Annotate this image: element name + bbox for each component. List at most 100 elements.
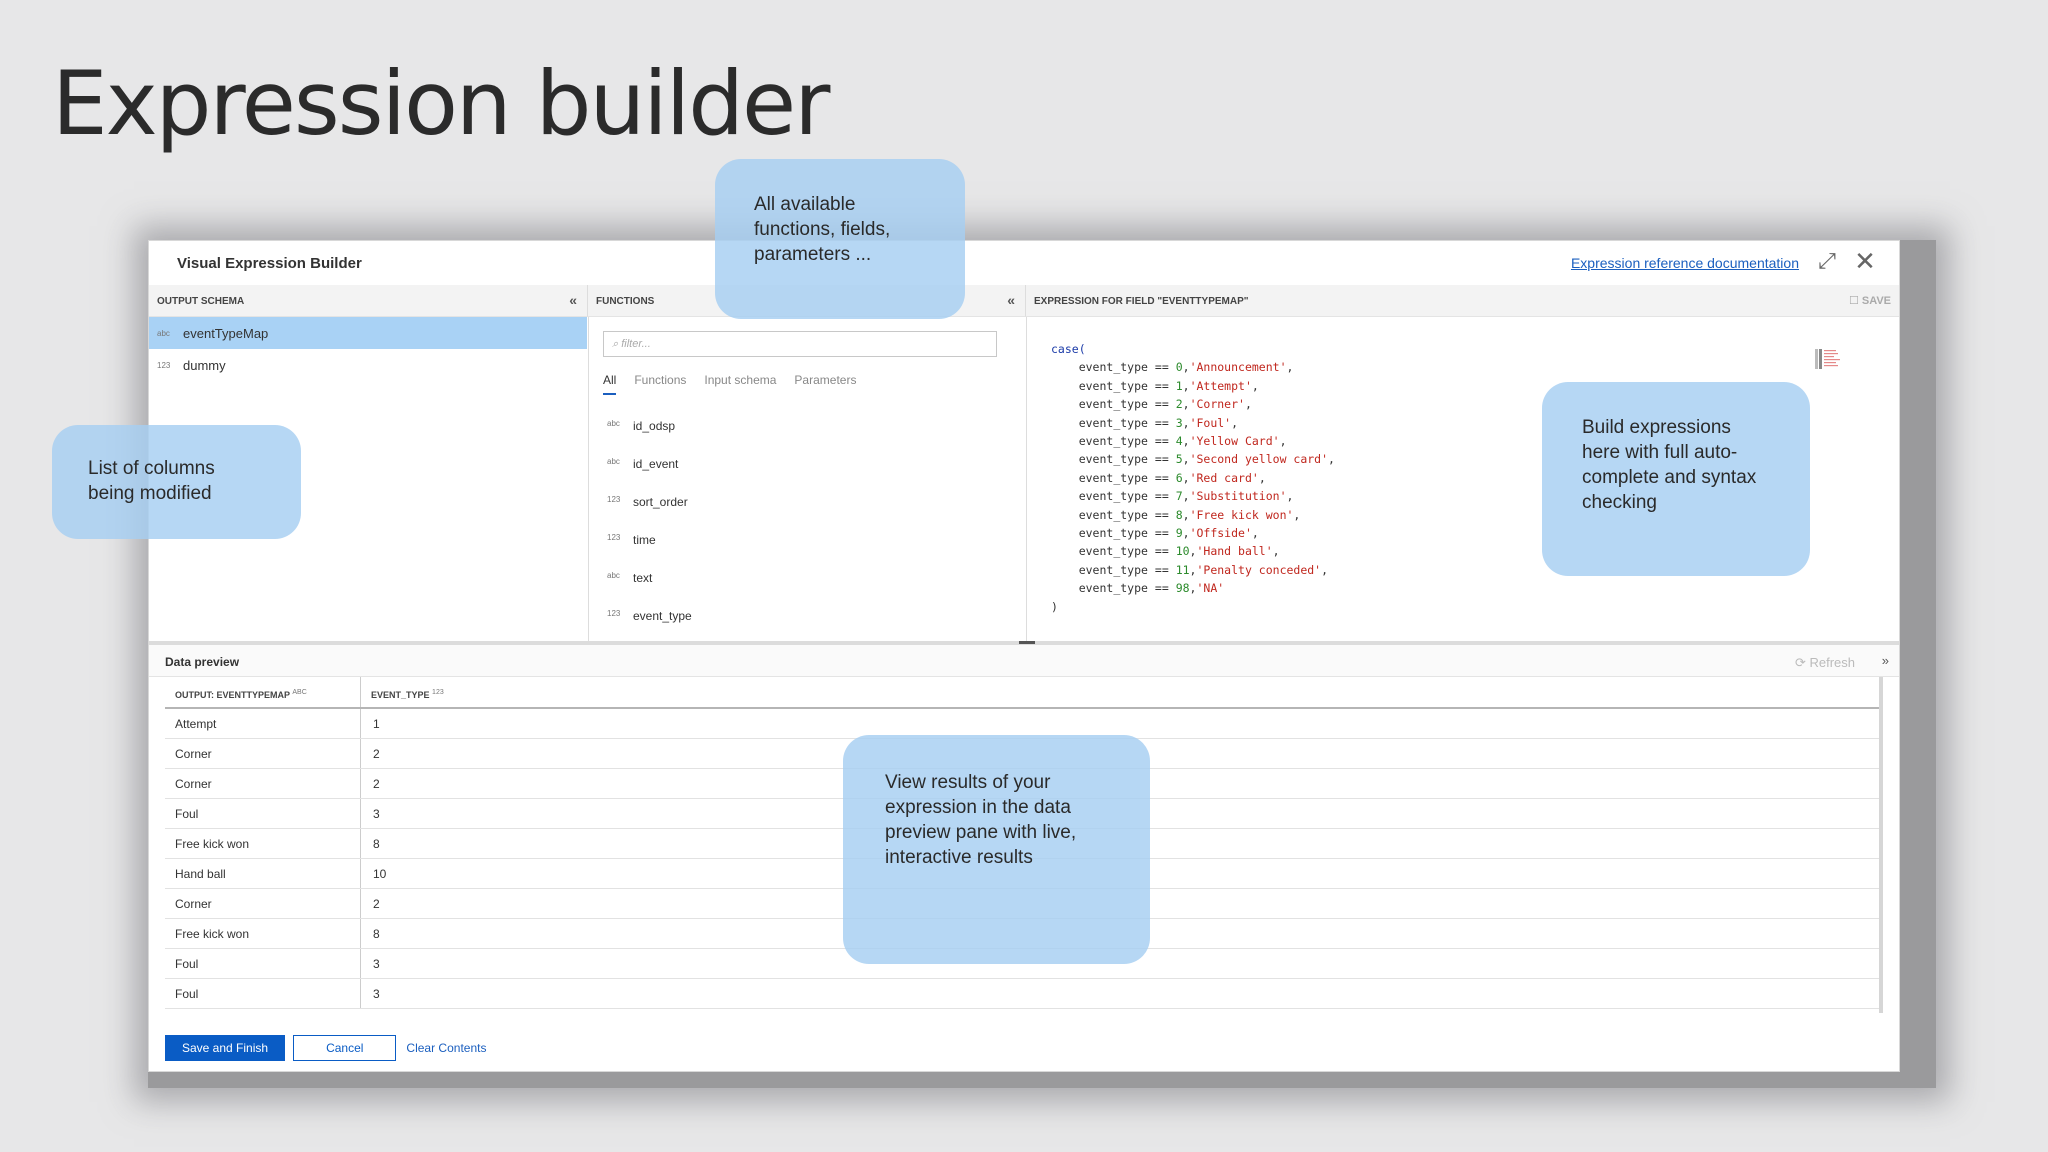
code-separator: , xyxy=(1328,452,1335,467)
schema-item-label: dummy xyxy=(183,357,226,373)
code-string: 'Foul' xyxy=(1189,415,1232,430)
schema-item-dummy[interactable]: 123 dummy xyxy=(149,349,587,381)
code-string: 'Substitution' xyxy=(1189,489,1287,504)
list-item-label: id_event xyxy=(633,457,679,471)
callout-build: Build expressions here with full auto-co… xyxy=(1542,382,1810,576)
code-field: event_type xyxy=(1078,434,1148,449)
code-field: event_type xyxy=(1078,526,1148,541)
cell-event-type: 2 xyxy=(373,896,380,911)
code-operator: == xyxy=(1154,415,1169,430)
code-field: event_type xyxy=(1078,378,1148,393)
dialog-header: Visual Expression Builder Expression ref… xyxy=(149,241,1899,285)
code-comma: , xyxy=(1182,526,1190,541)
code-line: event_type == 5,'Second yellow card', xyxy=(1051,450,1335,468)
code-separator: , xyxy=(1258,470,1266,485)
code-field: event_type xyxy=(1078,489,1148,504)
code-field: event_type xyxy=(1078,415,1148,430)
cell-output: Free kick won xyxy=(165,919,361,948)
list-item[interactable]: 123 sort_order xyxy=(607,495,692,533)
code-field: event_type xyxy=(1078,581,1148,596)
callout-build-text: Build expressions here with full auto-co… xyxy=(1582,417,1757,513)
code-open: case( xyxy=(1051,342,1086,356)
code-string: 'Offside' xyxy=(1189,526,1252,541)
collapse-schema-icon[interactable]: « xyxy=(569,292,577,308)
code-number: 1 xyxy=(1175,378,1183,393)
code-field: event_type xyxy=(1078,562,1148,577)
cell-event-type: 3 xyxy=(373,986,380,1001)
string-type-icon: abc xyxy=(292,689,307,696)
cell-event-type: 3 xyxy=(373,806,380,821)
expression-code[interactable]: case( event_type == 0,'Announcement', ev… xyxy=(1051,340,1335,616)
collapse-functions-icon[interactable]: « xyxy=(1007,292,1015,308)
save-and-finish-button[interactable]: Save and Finish xyxy=(165,1035,286,1061)
code-string: 'NA' xyxy=(1196,581,1225,596)
expand-icon[interactable]: ⤢ xyxy=(1813,247,1841,275)
cell-output: Foul xyxy=(165,799,361,828)
cell-event-type: 8 xyxy=(373,926,380,941)
code-close: ) xyxy=(1051,599,1058,614)
code-number: 11 xyxy=(1175,562,1190,577)
clear-contents-button[interactable]: Clear Contents xyxy=(404,1041,486,1055)
close-icon[interactable]: ✕ xyxy=(1851,246,1879,276)
splitter-handle[interactable] xyxy=(1019,641,1035,644)
code-operator: == xyxy=(1154,397,1169,412)
expression-save-button[interactable]: ☐ Save xyxy=(1849,294,1891,307)
number-type-icon: 123 xyxy=(157,360,171,370)
collapse-preview-icon[interactable]: » xyxy=(1882,653,1889,668)
refresh-button[interactable]: ⟳ Refresh xyxy=(1795,655,1855,671)
code-operator: == xyxy=(1154,562,1169,577)
list-item-label: id_odsp xyxy=(633,419,676,433)
code-operator: == xyxy=(1154,452,1169,467)
code-operator: == xyxy=(1154,581,1169,596)
code-line: event_type == 6,'Red card', xyxy=(1051,469,1335,487)
code-line: event_type == 10,'Hand ball', xyxy=(1051,542,1335,560)
cancel-button[interactable]: Cancel xyxy=(293,1035,397,1061)
code-operator: == xyxy=(1154,360,1169,375)
data-preview-header: Data preview ⟳ Refresh » xyxy=(149,645,1899,677)
dialog-footer: Save and Finish Cancel Clear Contents xyxy=(165,1035,486,1061)
tab-parameters[interactable]: Parameters xyxy=(794,373,856,395)
expression-reference-link[interactable]: Expression reference documentation xyxy=(1571,255,1799,271)
code-operator: == xyxy=(1154,507,1169,522)
expression-title: EXPRESSION FOR FIELD "EVENTTYPEMAP" xyxy=(1034,296,1249,307)
cell-output: Corner xyxy=(165,889,361,918)
cell-output: Corner xyxy=(165,739,361,768)
tab-all[interactable]: All xyxy=(603,373,617,395)
code-number: 98 xyxy=(1175,581,1190,596)
callout-columns-text: List of columns being modified xyxy=(88,458,215,504)
code-separator: , xyxy=(1231,415,1239,430)
cell-output: Attempt xyxy=(165,709,361,738)
list-item[interactable]: abc id_event xyxy=(607,457,692,495)
functions-filter-input[interactable]: ⌕ filter... xyxy=(603,331,997,357)
code-number: 8 xyxy=(1175,507,1183,522)
code-number: 5 xyxy=(1175,452,1183,467)
code-comma: , xyxy=(1182,452,1190,467)
column-header-event-type[interactable]: EVENT_TYPE 123 xyxy=(361,677,454,707)
code-comma: , xyxy=(1182,360,1190,375)
list-item[interactable]: abc text xyxy=(607,571,692,609)
list-item[interactable]: 123 time xyxy=(607,533,692,571)
column-header-label: OUTPUT: EVENTTYPEMAP xyxy=(175,690,290,700)
list-item[interactable]: abc id_odsp xyxy=(607,419,692,457)
number-type-icon: 123 xyxy=(607,609,621,618)
code-separator: , xyxy=(1321,562,1329,577)
tab-functions[interactable]: Functions xyxy=(634,373,686,395)
code-string: 'Corner' xyxy=(1189,397,1245,412)
cell-event-type: 2 xyxy=(373,746,380,761)
callout-results: View results of your expression in the d… xyxy=(843,735,1150,964)
column-header-output[interactable]: OUTPUT: EVENTTYPEMAP abc xyxy=(165,677,361,707)
code-line: event_type == 11,'Penalty conceded', xyxy=(1051,561,1335,579)
code-separator: , xyxy=(1286,360,1294,375)
tab-input-schema[interactable]: Input schema xyxy=(704,373,776,395)
schema-item-eventtypemap[interactable]: abc eventTypeMap xyxy=(149,317,587,349)
